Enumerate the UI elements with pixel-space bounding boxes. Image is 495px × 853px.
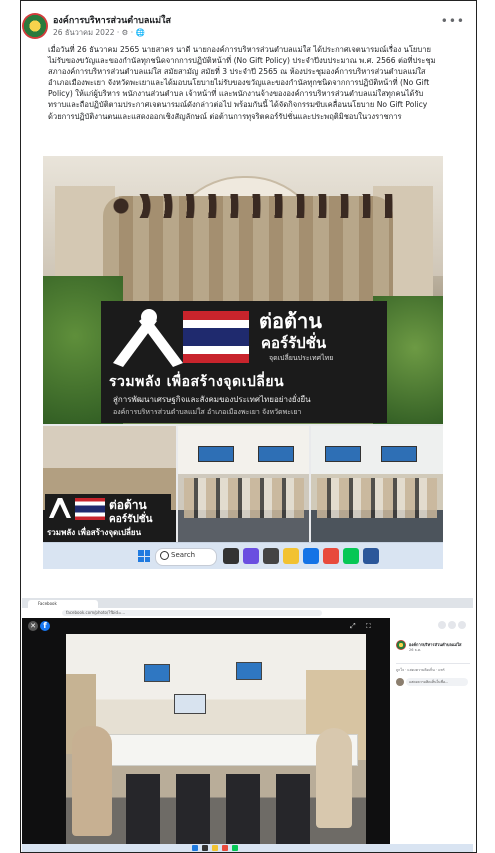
comment-input[interactable]: แสดงความคิดเห็นในชื่อ... bbox=[406, 678, 468, 686]
page-name[interactable]: องค์การบริหารส่วนตำบลแม่ใส bbox=[53, 13, 171, 27]
anti-corruption-banner: ต่อต้าน คอร์รัปชั่น จุดเปลี่ยนประเทศไทย … bbox=[101, 301, 387, 423]
photo-screen bbox=[381, 446, 417, 462]
thumbnail-meeting-photo[interactable] bbox=[311, 426, 443, 546]
banner-title: คอร์รัปชั่น bbox=[261, 334, 327, 352]
photo-attendees bbox=[184, 478, 304, 518]
commenter-avatar bbox=[396, 678, 404, 686]
close-icon[interactable]: ✕ bbox=[28, 621, 38, 631]
url-field[interactable]: facebook.com/photo/?fbid=... bbox=[62, 610, 322, 616]
search-icon bbox=[160, 551, 169, 560]
chrome-icon[interactable] bbox=[222, 845, 228, 851]
line-icon[interactable] bbox=[343, 548, 359, 564]
post-actions[interactable]: ถูกใจ · แสดงความคิดเห็น · แชร์ bbox=[396, 663, 470, 673]
mini-banner-title: คอร์รัปชั่น bbox=[109, 514, 153, 525]
chat-icon[interactable] bbox=[243, 548, 259, 564]
task-view-icon[interactable] bbox=[202, 845, 208, 851]
crossed-fists-icon bbox=[49, 498, 71, 518]
windows-start-icon[interactable] bbox=[192, 845, 198, 851]
facebook-logo-icon[interactable]: f bbox=[40, 621, 50, 631]
notifications-icon[interactable] bbox=[458, 621, 466, 629]
banner-subtitle: จุดเปลี่ยนประเทศไทย bbox=[269, 354, 334, 362]
thumbnail-meeting-photo[interactable] bbox=[178, 426, 309, 546]
photo-screen bbox=[236, 662, 262, 680]
thumbnail-row: ต่อต้าน คอร์รัปชั่น รวมพลัง เพื่อสร้างจุ… bbox=[43, 426, 443, 546]
photo-screen bbox=[174, 694, 206, 714]
task-view-icon[interactable] bbox=[223, 548, 239, 564]
photo-screen bbox=[258, 446, 294, 462]
photo-attendees bbox=[317, 478, 437, 518]
post-text: เมื่อวันที่ 26 ธันวาคม 2565 นายสาคร นาดี… bbox=[48, 45, 436, 121]
browser-tab[interactable]: Facebook bbox=[28, 600, 98, 608]
side-panel-icons bbox=[396, 621, 472, 631]
photo-screen bbox=[325, 446, 361, 462]
line-icon[interactable] bbox=[232, 845, 238, 851]
word-icon[interactable] bbox=[363, 548, 379, 564]
post-side-panel bbox=[390, 618, 473, 852]
chrome-icon[interactable] bbox=[323, 548, 339, 564]
more-options-button[interactable]: ••• bbox=[441, 14, 465, 28]
edge-icon[interactable] bbox=[303, 548, 319, 564]
side-panel-date[interactable]: 26 ธ.ค. bbox=[409, 647, 421, 653]
meeting-room-photo[interactable] bbox=[66, 634, 366, 852]
photo-chairs bbox=[126, 774, 326, 852]
post-date[interactable]: 26 ธันวาคม 2022 · ⚙ · 🌐 bbox=[53, 27, 145, 39]
mini-banner-slogan: รวมพลัง เพื่อสร้างจุดเปลี่ยน bbox=[47, 528, 142, 537]
photo-grid[interactable]: ต่อต้าน คอร์รัปชั่น จุดเปลี่ยนประเทศไทย … bbox=[43, 156, 443, 546]
browser-taskbar bbox=[22, 844, 473, 852]
taskbar-search-label[interactable]: Search bbox=[171, 551, 195, 559]
crossed-fists-icon bbox=[113, 309, 183, 367]
banner-line: สู่การพัฒนาเศรษฐกิจและสังคมของประเทศไทยอ… bbox=[113, 395, 311, 404]
browser-window: Facebook facebook.com/photo/?fbid=... ✕ … bbox=[22, 598, 473, 852]
viewer-tools[interactable]: ⤢ ⛶ bbox=[350, 622, 375, 631]
taskbar: Search bbox=[43, 542, 443, 569]
thai-flag bbox=[183, 311, 249, 363]
page-logo[interactable] bbox=[22, 13, 48, 39]
messenger-icon[interactable] bbox=[448, 621, 456, 629]
photo-screen bbox=[144, 664, 170, 682]
mini-banner: ต่อต้าน คอร์รัปชั่น รวมพลัง เพื่อสร้างจุ… bbox=[45, 494, 171, 544]
photo-heads bbox=[113, 194, 393, 218]
windows-start-icon[interactable] bbox=[138, 550, 150, 562]
avatar[interactable] bbox=[396, 640, 406, 650]
main-photo[interactable]: ต่อต้าน คอร์รัปชั่น จุดเปลี่ยนประเทศไทย … bbox=[43, 156, 443, 424]
thumbnail-group-photo[interactable]: ต่อต้าน คอร์รัปชั่น รวมพลัง เพื่อสร้างจุ… bbox=[43, 426, 176, 546]
photo-person bbox=[72, 726, 112, 836]
thai-flag bbox=[75, 498, 105, 520]
banner-line: องค์การบริหารส่วนตำบลแม่ใส อำเภอเมืองพะเ… bbox=[113, 408, 302, 416]
settings-icon[interactable] bbox=[263, 548, 279, 564]
file-explorer-icon[interactable] bbox=[212, 845, 218, 851]
banner-slogan: รวมพลัง เพื่อสร้างจุดเปลี่ยน bbox=[109, 374, 285, 390]
photo-screen bbox=[198, 446, 234, 462]
menu-icon[interactable] bbox=[438, 621, 446, 629]
file-explorer-icon[interactable] bbox=[283, 548, 299, 564]
browser-tab-bar: Facebook bbox=[22, 598, 473, 608]
